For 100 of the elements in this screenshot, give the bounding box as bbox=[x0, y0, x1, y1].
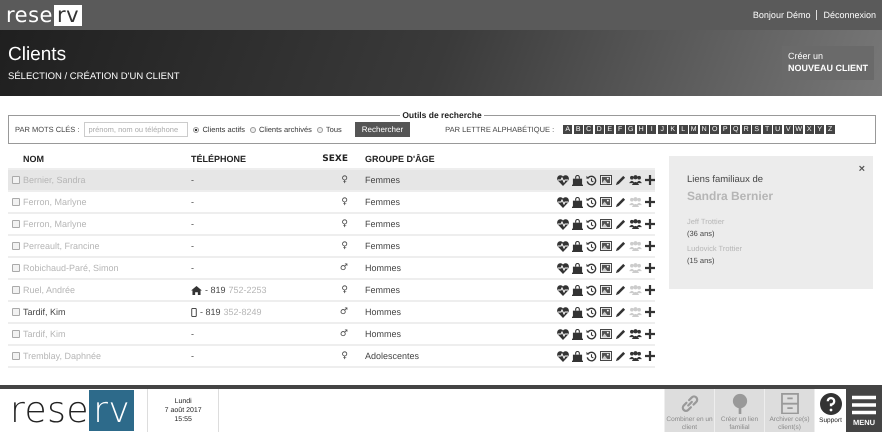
footer-logo: rese rv bbox=[0, 390, 144, 431]
heart-pulse-icon[interactable] bbox=[557, 218, 569, 230]
column-header: TÉLÉPHONE bbox=[191, 154, 248, 164]
photo-icon[interactable] bbox=[600, 197, 612, 207]
client-row[interactable]: Ferron, Marlyne - ♀ Femmes bbox=[8, 192, 655, 214]
shopping-bag-icon[interactable] bbox=[572, 350, 583, 362]
pencil-icon[interactable] bbox=[615, 262, 626, 274]
people-icon[interactable] bbox=[629, 219, 642, 229]
row-checkbox[interactable] bbox=[12, 352, 20, 360]
shopping-bag-icon[interactable] bbox=[572, 218, 583, 230]
row-checkbox[interactable] bbox=[12, 264, 20, 272]
shopping-bag-icon[interactable] bbox=[572, 262, 583, 274]
heart-pulse-icon[interactable] bbox=[557, 240, 569, 252]
pencil-icon[interactable] bbox=[615, 174, 626, 186]
shopping-bag-icon[interactable] bbox=[572, 306, 583, 318]
plus-icon[interactable] bbox=[645, 263, 655, 273]
sex-symbol: ♀ bbox=[340, 241, 348, 251]
heart-pulse-icon[interactable] bbox=[557, 306, 569, 318]
client-row[interactable]: Tardif, Kim - 819 352-8249 ♂ Hommes bbox=[8, 302, 655, 324]
history-icon[interactable] bbox=[586, 262, 597, 274]
photo-icon[interactable] bbox=[600, 219, 612, 229]
shopping-bag-icon[interactable] bbox=[572, 240, 583, 252]
heart-pulse-icon[interactable] bbox=[557, 196, 569, 208]
client-row[interactable]: Ruel, Andrée - 819 752-2253 ♀ Femmes bbox=[8, 280, 655, 302]
people-icon[interactable] bbox=[629, 175, 642, 185]
heart-pulse-icon[interactable] bbox=[557, 284, 569, 296]
client-name: Ferron, Marlyne bbox=[23, 219, 87, 229]
people-icon[interactable] bbox=[629, 351, 642, 361]
mobile-phone-icon bbox=[191, 308, 197, 316]
plus-icon[interactable] bbox=[645, 197, 655, 207]
pencil-icon[interactable] bbox=[615, 306, 626, 318]
age-group: Femmes bbox=[348, 285, 488, 295]
pencil-icon[interactable] bbox=[615, 218, 626, 230]
age-group: Femmes bbox=[348, 219, 488, 229]
phone-number: - 819 bbox=[205, 285, 226, 295]
history-icon[interactable] bbox=[586, 218, 597, 230]
client-row[interactable]: Perreault, Francine - ♀ Femmes bbox=[8, 236, 655, 258]
photo-icon[interactable] bbox=[600, 263, 612, 273]
client-row[interactable]: Ferron, Marlyne - ♀ Femmes bbox=[8, 214, 655, 236]
pencil-icon[interactable] bbox=[615, 240, 626, 252]
heart-pulse-icon[interactable] bbox=[557, 174, 569, 186]
row-checkbox[interactable] bbox=[12, 286, 20, 294]
shopping-bag-icon[interactable] bbox=[572, 174, 583, 186]
photo-icon[interactable] bbox=[600, 175, 612, 185]
age-group: Femmes bbox=[348, 241, 488, 251]
pencil-icon[interactable] bbox=[615, 284, 626, 296]
row-checkbox[interactable] bbox=[12, 308, 20, 316]
photo-icon[interactable] bbox=[600, 285, 612, 295]
pencil-icon[interactable] bbox=[615, 350, 626, 362]
column-header: NOM bbox=[23, 154, 45, 164]
client-name: Tardif, Kim bbox=[23, 329, 66, 339]
client-name: Robichaud-Paré, Simon bbox=[23, 263, 119, 273]
history-icon[interactable] bbox=[586, 350, 597, 362]
page-subtitle: SÉLECTION / CRÉATION D'UN CLIENT bbox=[8, 71, 180, 82]
photo-icon[interactable] bbox=[600, 329, 612, 339]
row-checkbox[interactable] bbox=[12, 242, 20, 250]
history-icon[interactable] bbox=[586, 196, 597, 208]
pencil-icon[interactable] bbox=[615, 328, 626, 340]
client-row[interactable]: Tremblay, Daphnée - ♀ Adolescentes bbox=[8, 346, 655, 368]
row-checkbox[interactable] bbox=[12, 330, 20, 338]
close-button[interactable]: × bbox=[858, 164, 865, 175]
phone-number: - bbox=[191, 241, 194, 251]
plus-icon[interactable] bbox=[645, 219, 655, 229]
history-icon[interactable] bbox=[586, 174, 597, 186]
row-checkbox[interactable] bbox=[12, 220, 20, 228]
history-icon[interactable] bbox=[586, 306, 597, 318]
shopping-bag-icon[interactable] bbox=[572, 196, 583, 208]
greeting-link[interactable]: Bonjour Démo bbox=[752, 10, 810, 20]
photo-icon[interactable] bbox=[600, 307, 612, 317]
phone-number-hidden: 752-2253 bbox=[228, 285, 267, 295]
history-icon[interactable] bbox=[586, 240, 597, 252]
heart-pulse-icon[interactable] bbox=[557, 350, 569, 362]
sex-symbol: ♀ bbox=[340, 219, 348, 229]
client-row[interactable]: Robichaud-Paré, Simon - ♂ Hommes bbox=[8, 258, 655, 280]
plus-icon[interactable] bbox=[645, 351, 655, 361]
client-row[interactable]: Tardif, Kim - ♂ Hommes bbox=[8, 324, 655, 346]
plus-icon[interactable] bbox=[645, 329, 655, 339]
sex-symbol: ♂ bbox=[338, 329, 348, 339]
plus-icon[interactable] bbox=[645, 241, 655, 251]
row-checkbox[interactable] bbox=[12, 176, 20, 184]
history-icon[interactable] bbox=[586, 284, 597, 296]
shopping-bag-icon[interactable] bbox=[572, 284, 583, 296]
heart-pulse-icon[interactable] bbox=[557, 262, 569, 274]
search-button[interactable]: Rechercher bbox=[354, 122, 410, 137]
heart-pulse-icon[interactable] bbox=[557, 328, 569, 340]
shopping-bag-icon[interactable] bbox=[572, 328, 583, 340]
age-group: Hommes bbox=[348, 263, 488, 273]
history-icon[interactable] bbox=[586, 328, 597, 340]
logout-link[interactable]: Déconnexion bbox=[823, 10, 876, 20]
photo-icon[interactable] bbox=[600, 351, 612, 361]
photo-icon[interactable] bbox=[600, 241, 612, 251]
people-icon[interactable] bbox=[629, 329, 642, 339]
plus-icon[interactable] bbox=[645, 285, 655, 295]
sex-symbol: ♂ bbox=[338, 263, 348, 273]
sex-symbol: ♀ bbox=[340, 351, 348, 361]
plus-icon[interactable] bbox=[645, 307, 655, 317]
plus-icon[interactable] bbox=[645, 175, 655, 185]
row-checkbox[interactable] bbox=[12, 198, 20, 206]
phone-number-hidden: 352-8249 bbox=[224, 307, 262, 317]
pencil-icon[interactable] bbox=[615, 196, 626, 208]
